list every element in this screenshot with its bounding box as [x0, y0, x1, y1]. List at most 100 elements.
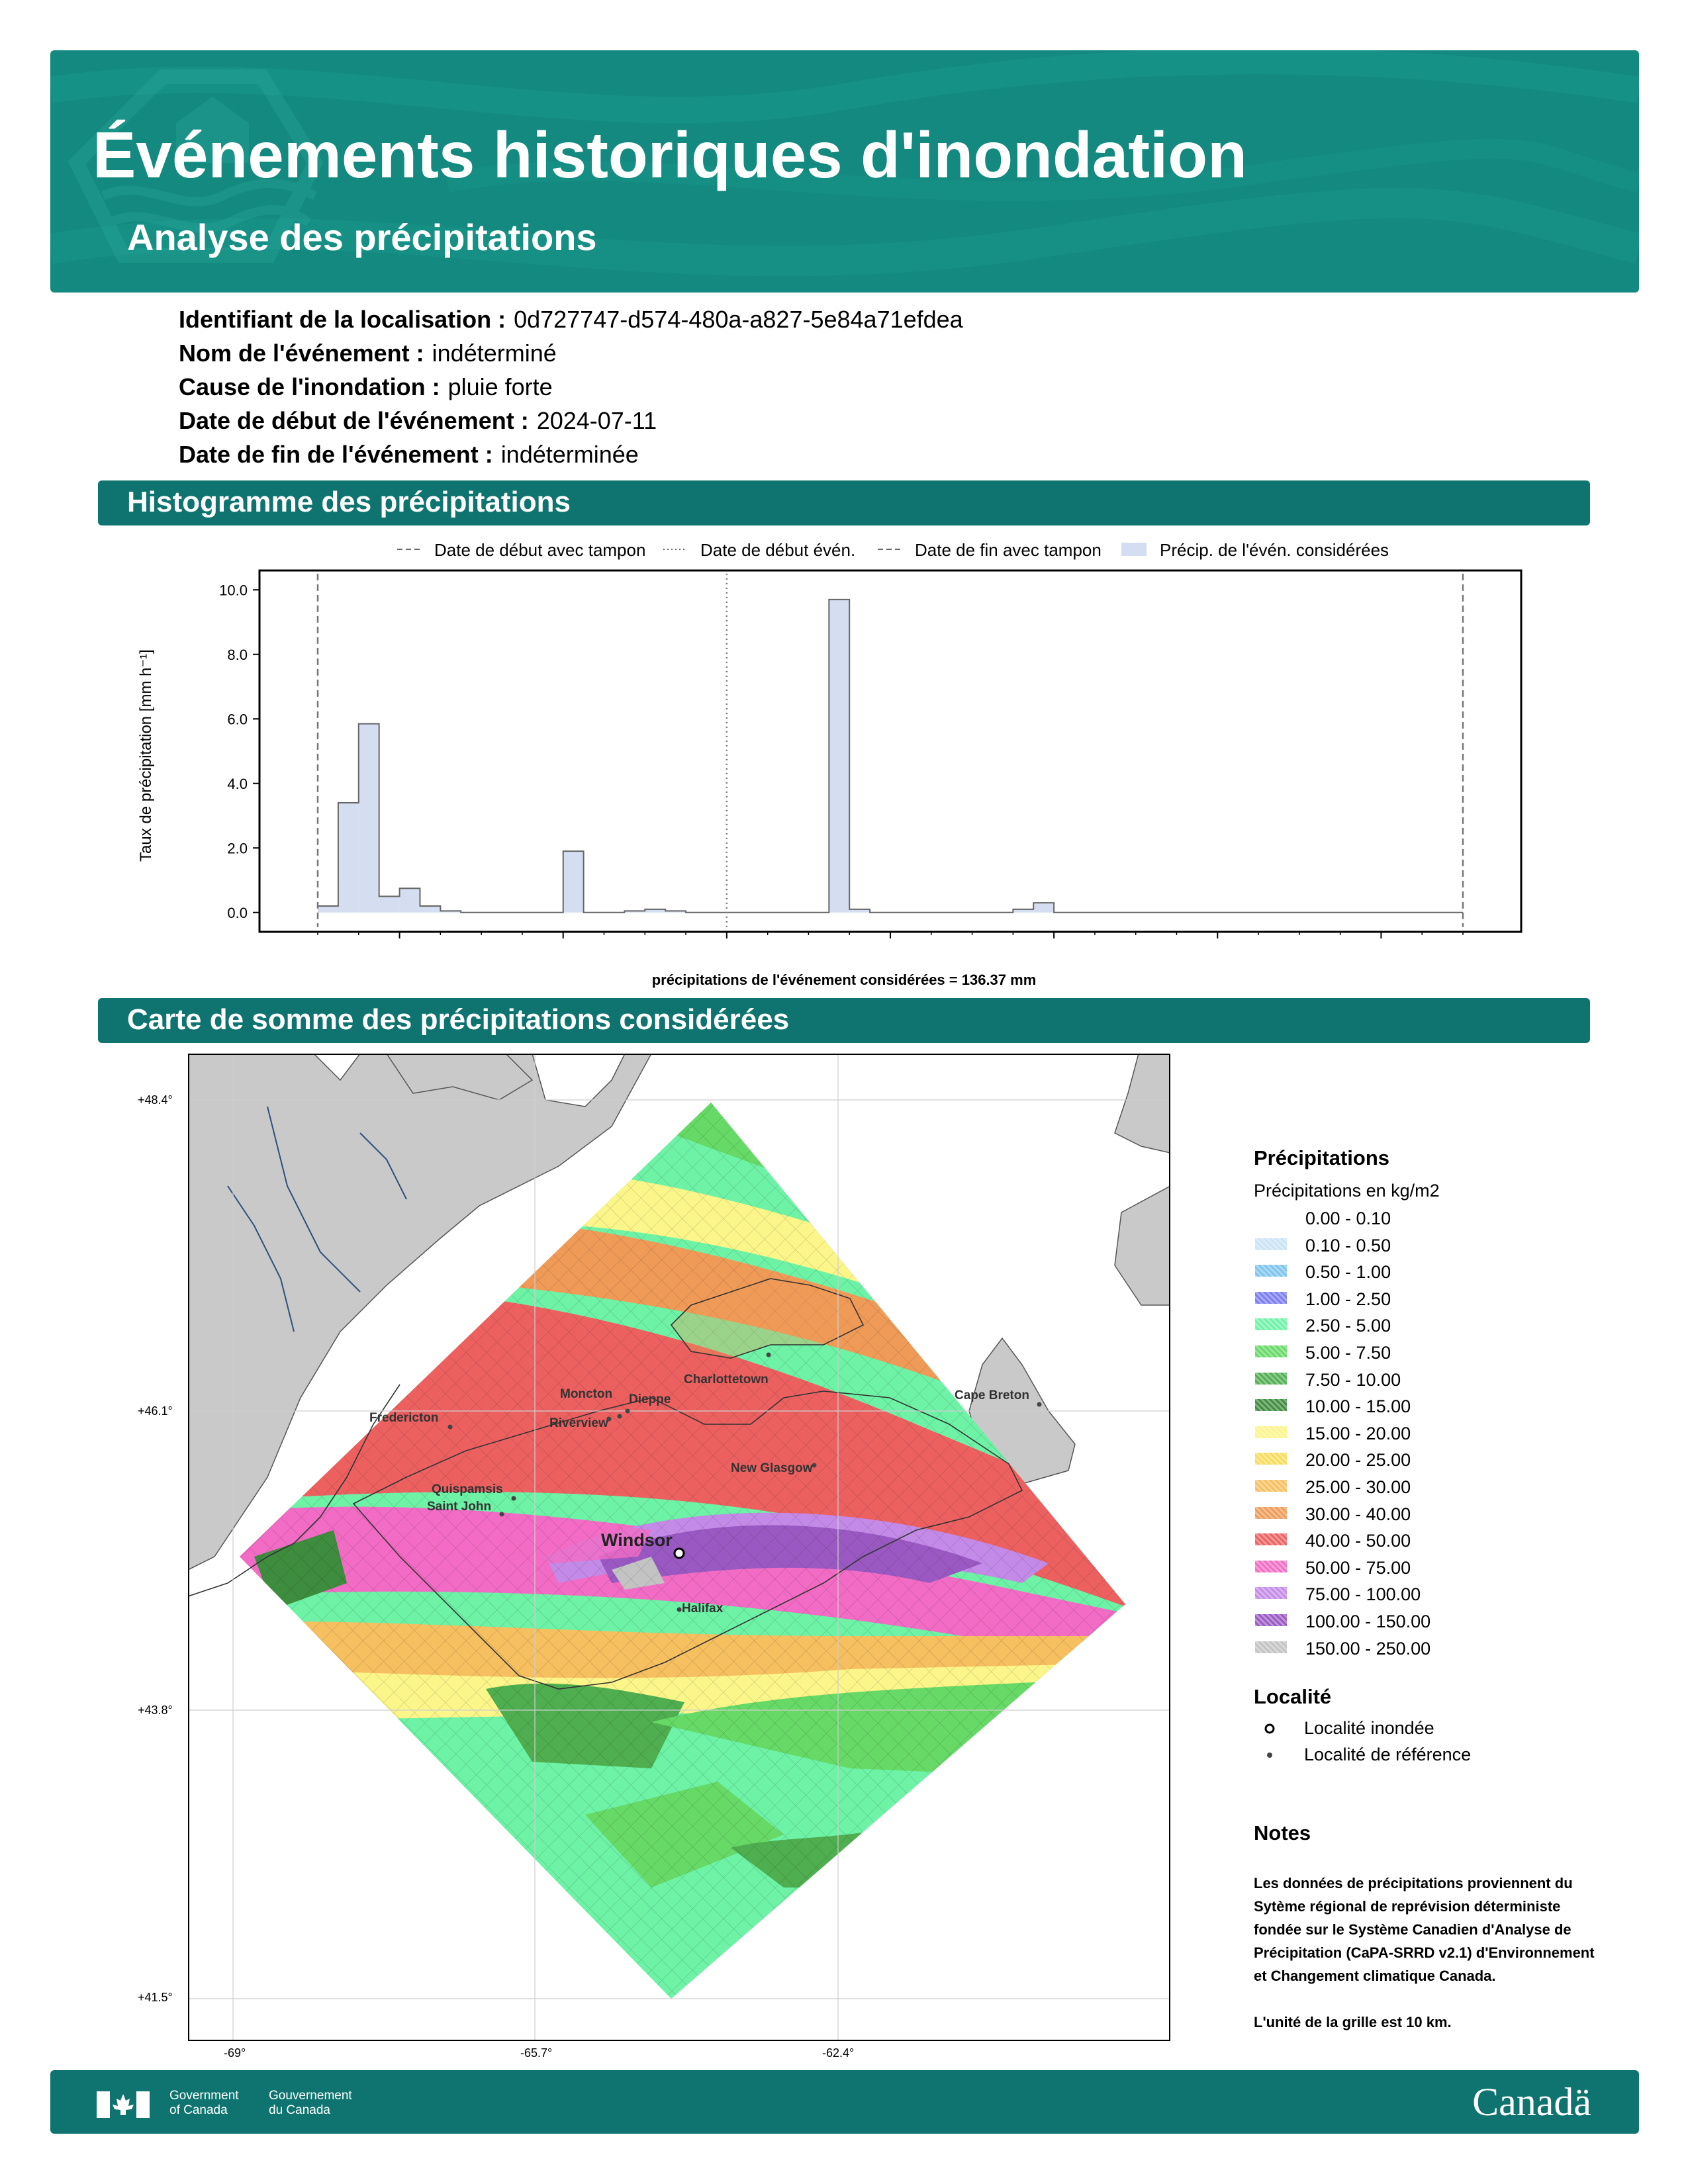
legend-title: Précipitations [1254, 1146, 1389, 1169]
gov-name-fr: Gouvernement du Canada [269, 2089, 352, 2118]
info-value: indéterminé [432, 340, 557, 367]
place-label-quispamsis: Quispamsis [432, 1482, 503, 1496]
histogram-bar [1033, 903, 1055, 913]
place-label-windsor: Windsor [601, 1530, 673, 1550]
info-label: Cause de l'inondation : [179, 373, 440, 400]
y-axis-ticks: 0.0 2.0 4.0 6.0 8.0 10.0 [219, 582, 259, 921]
legend-swatch [1255, 1506, 1287, 1519]
histogram-bar [358, 723, 379, 913]
legend-class-label: 25.00 - 30.00 [1305, 1477, 1411, 1497]
place-label-saint-john: Saint John [427, 1500, 492, 1514]
legend-swatch [1255, 1533, 1287, 1546]
place-marker-halifax [677, 1607, 682, 1612]
legend-swatch [1255, 1641, 1287, 1653]
precipitation-map [188, 1054, 1170, 2041]
legend-class-label: 1.00 - 2.50 [1305, 1289, 1391, 1309]
lat-label: +43.8° [138, 1704, 173, 1717]
histogram-bar [318, 906, 338, 913]
locality-reference-label: Localité de référence [1304, 1745, 1472, 1764]
notes-text: Les données de précipitations proviennen… [1254, 1875, 1595, 1984]
bars [318, 599, 1055, 913]
legend-swatch [1255, 1265, 1287, 1277]
legend-label-buffer-start: Date de début avec tampon [434, 540, 646, 560]
y-tick-label: 6.0 [227, 711, 248, 727]
legend-class-label: 10.00 - 15.00 [1305, 1396, 1411, 1417]
histogram-bar [379, 896, 400, 913]
legend-class-label: 20.00 - 25.00 [1305, 1450, 1411, 1471]
legend-class-label: 100.00 - 150.00 [1305, 1612, 1431, 1631]
legend-label-buffer-end: Date de fin avec tampon [915, 540, 1102, 560]
histogram-bar [420, 906, 441, 913]
place-marker-saint-john [499, 1512, 504, 1517]
section-histogram-header: Histogramme des précipitations [98, 480, 1590, 525]
lon-label: -62.4° [822, 2046, 855, 2060]
legend-swatch [1255, 1345, 1287, 1357]
legend-marker-event-precip [1121, 543, 1147, 556]
gov-fr-line: Gouvernement [269, 2089, 352, 2103]
y-tick-label: 0.0 [227, 905, 248, 921]
info-flood-cause: Cause de l'inondation : pluie forte [179, 373, 553, 401]
notes-body: Les données de précipitations proviennen… [1254, 1872, 1598, 2034]
place-label-fredericton: Fredericton [369, 1411, 439, 1425]
place-marker-moncton [617, 1414, 622, 1419]
info-end-date: Date de fin de l'événement : indéterminée [179, 441, 639, 469]
legend-class-label: 50.00 - 75.00 [1305, 1557, 1411, 1578]
page-title: Événements historiques d'inondation [93, 118, 1247, 191]
bar-outline [318, 598, 1463, 913]
place-marker-cape-breton [1037, 1402, 1042, 1407]
legend-swatch [1255, 1614, 1287, 1626]
legend-class-label: 30.00 - 40.00 [1305, 1504, 1411, 1524]
y-axis-label: Taux de précipitation [mm h⁻¹] [137, 649, 155, 862]
place-label-halifax: Halifax [682, 1602, 724, 1615]
info-value: pluie forte [447, 373, 553, 400]
section-map-header: Carte de somme des précipitations consid… [98, 998, 1590, 1043]
histogram-bar [338, 803, 359, 913]
info-location-id: Identifiant de la localisation : 0d727747… [179, 306, 963, 334]
legend-swatch [1255, 1291, 1287, 1304]
place-marker-dieppe [625, 1408, 630, 1414]
place-marker-fredericton [447, 1424, 453, 1430]
reference-locality-icon [1267, 1752, 1272, 1758]
place-marker-charlottetown [766, 1352, 771, 1357]
info-value: 2024-07-11 [536, 407, 657, 434]
locality-markers [1264, 1723, 1275, 1758]
page-subtitle: Analyse des précipitations [127, 216, 597, 258]
lon-label: -69° [224, 2046, 246, 2060]
place-label-moncton: Moncton [560, 1387, 613, 1401]
legend-class-label: 7.50 - 10.00 [1305, 1369, 1401, 1390]
legend-class-label: 0.50 - 1.00 [1305, 1262, 1391, 1283]
legend-swatch [1255, 1480, 1287, 1492]
header-banner: Événements historiques d'inondation Anal… [50, 50, 1639, 293]
legend-label-event-start: Date de début évén. [700, 540, 856, 560]
footer: Government of Canada Gouvernement du Can… [50, 2070, 1639, 2134]
info-value: indéterminée [500, 441, 639, 468]
legend-label-event-precip: Précip. de l'évén. considérées [1160, 540, 1389, 560]
histogram-bar [399, 888, 420, 913]
place-label-riverview: Riverview [549, 1416, 608, 1430]
precipitation-histogram: 0.0 2.0 4.0 6.0 8.0 10.0 [219, 569, 1523, 938]
legend-class-label: 75.00 - 100.00 [1305, 1584, 1421, 1605]
legend-class-label: 0.00 - 0.10 [1305, 1208, 1391, 1228]
place-label-dieppe: Dieppe [629, 1392, 671, 1406]
section-title: Histogramme des précipitations [127, 486, 571, 518]
gov-fr-line: du Canada [269, 2103, 330, 2117]
gov-name-en: Government of Canada [169, 2089, 239, 2118]
histogram-bar [563, 851, 584, 913]
canada-wordmark: Canadä [1472, 2080, 1591, 2124]
notes-grid-unit: L'unité de la grille est 10 km. [1254, 2014, 1452, 2030]
notes-title: Notes [1254, 1821, 1311, 1844]
place-marker-quispamsis [511, 1496, 516, 1501]
legend-swatch [1255, 1372, 1287, 1385]
plot-frame [258, 569, 1523, 933]
legend-swatch [1255, 1426, 1287, 1438]
y-tick-label: 2.0 [227, 840, 248, 856]
legend-class-label: 15.00 - 20.00 [1305, 1423, 1411, 1443]
place-label-cape-breton: Cape Breton [955, 1388, 1029, 1402]
flooded-locality-icon [1264, 1723, 1275, 1734]
info-value: 0d727747-d574-480a-a827-5e84a71efdea [514, 306, 963, 333]
flooded-locality-marker [673, 1547, 685, 1559]
legend-swatch [1255, 1560, 1287, 1572]
y-tick-label: 10.0 [219, 582, 248, 598]
legend-swatch [1255, 1238, 1287, 1250]
lat-label: +41.5° [138, 1991, 173, 2004]
